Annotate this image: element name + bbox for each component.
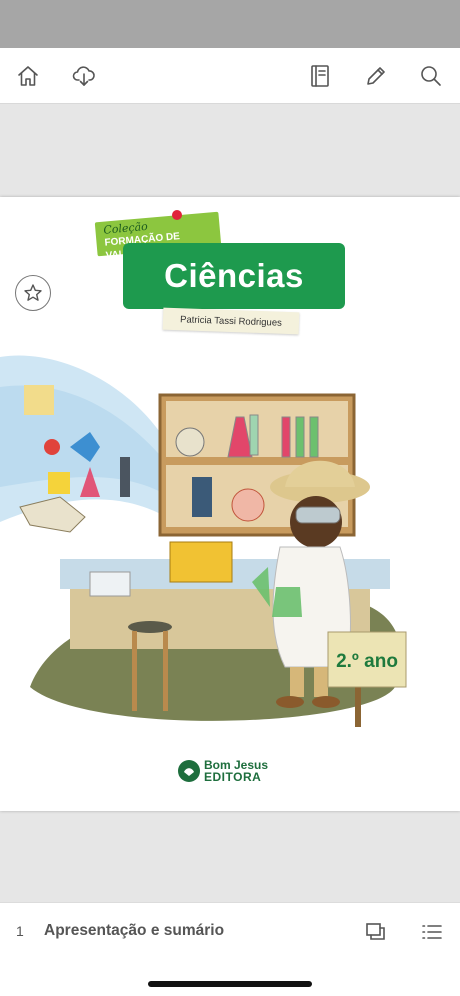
search-icon <box>421 66 441 86</box>
publisher-type: EDITORA <box>204 770 262 784</box>
grade-label: 2.º ano <box>336 651 398 672</box>
download-button[interactable] <box>66 58 102 94</box>
document-viewer[interactable]: Coleção FORMAÇÃO DE VALOR Ciências Patri… <box>0 104 460 902</box>
book-cover-page[interactable]: Coleção FORMAÇÃO DE VALOR Ciências Patri… <box>0 197 460 811</box>
status-bar <box>0 0 460 48</box>
title-banner: Ciências <box>123 243 345 309</box>
top-toolbar <box>0 48 460 104</box>
bottom-bar: 1 Apresentação e sumário <box>0 902 460 960</box>
search-button[interactable] <box>413 58 449 94</box>
home-indicator[interactable] <box>148 981 312 987</box>
list-icon <box>422 925 442 939</box>
cloud-download-icon <box>72 66 95 86</box>
section-title[interactable]: Apresentação e sumário <box>44 922 224 940</box>
star-icon <box>24 284 42 301</box>
pencil-icon <box>367 67 385 85</box>
pin-graphic <box>172 210 182 220</box>
book-title: Ciências <box>164 257 304 294</box>
pages-icon <box>366 923 385 940</box>
contents-list-button[interactable] <box>417 917 447 947</box>
cover-illustration: 2.º ano <box>0 355 407 727</box>
author-name: Patricia Tassi Rodrigues <box>179 313 283 329</box>
home-button[interactable] <box>10 58 46 94</box>
publisher-globe-icon <box>178 760 200 782</box>
home-icon <box>18 66 38 86</box>
page-number: 1 <box>16 923 24 939</box>
pages-button[interactable] <box>361 917 391 947</box>
annotate-button[interactable] <box>358 58 394 94</box>
notebook-button[interactable] <box>302 58 338 94</box>
publisher-logo: Bom Jesus EDITORA <box>178 757 268 785</box>
notebook-icon <box>311 65 329 87</box>
bookmark-button[interactable] <box>15 275 51 311</box>
home-indicator-area <box>0 960 460 996</box>
author-strip: Patricia Tassi Rodrigues <box>162 307 300 335</box>
